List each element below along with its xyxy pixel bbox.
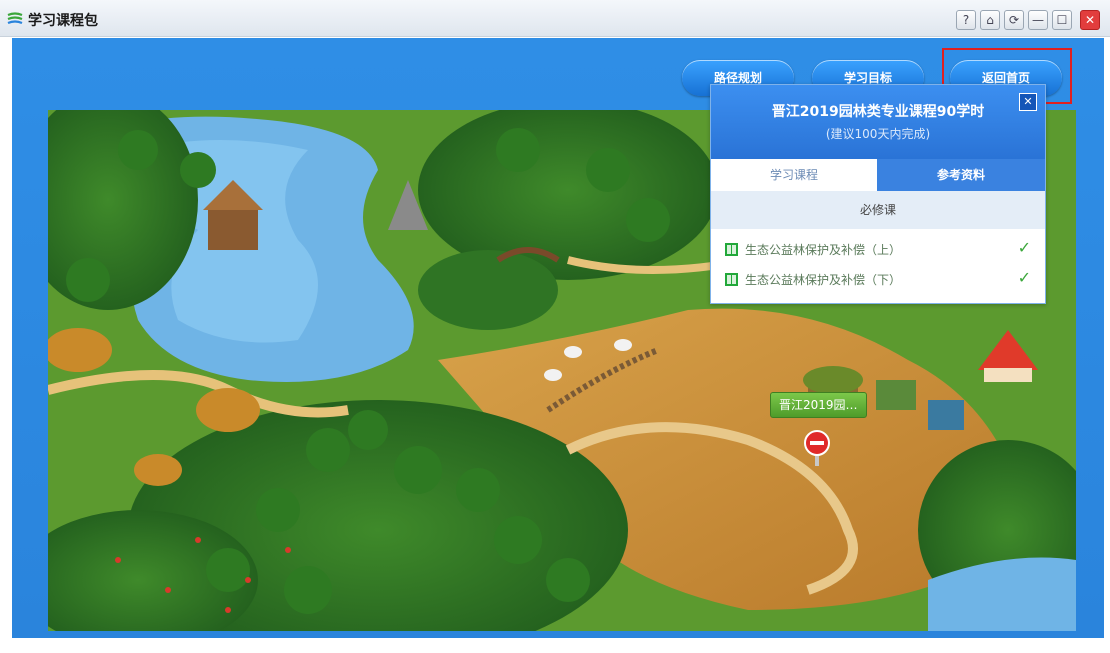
book-icon xyxy=(725,243,738,256)
title-bar: 学习课程包 ? ⌂ ⟳ — ☐ ✕ xyxy=(0,0,1110,37)
tab-reference-materials[interactable]: 参考资料 xyxy=(877,159,1045,191)
section-required: 必修课 xyxy=(711,191,1045,229)
panel-title: 晋江2019园林类专业课程90学时 xyxy=(771,104,985,120)
panel-close-button[interactable]: ✕ xyxy=(1019,93,1037,111)
course-label: 生态公益林保护及补偿（上） xyxy=(745,243,902,257)
course-label: 生态公益林保护及补偿（下） xyxy=(745,273,902,287)
book-icon xyxy=(725,273,738,286)
app-logo-icon xyxy=(7,12,23,25)
check-icon: ✓ xyxy=(1017,268,1031,287)
map-pin-icon[interactable] xyxy=(804,430,830,468)
close-window-button[interactable]: ✕ xyxy=(1080,10,1100,30)
course-item-1[interactable]: 生态公益林保护及补偿（上） ✓ xyxy=(711,237,1045,263)
check-icon: ✓ xyxy=(1017,238,1031,257)
refresh-button[interactable]: ⟳ xyxy=(1004,10,1024,30)
panel-subtitle: (建议100天内完成) xyxy=(825,127,931,141)
course-panel: 晋江2019园林类专业课程90学时 (建议100天内完成) ✕ 学习课程 参考资… xyxy=(710,84,1046,304)
maximize-button[interactable]: ☐ xyxy=(1052,10,1072,30)
tab-learning-courses[interactable]: 学习课程 xyxy=(711,159,877,191)
home-window-button[interactable]: ⌂ xyxy=(980,10,1000,30)
minimize-button[interactable]: — xyxy=(1028,10,1048,30)
help-button[interactable]: ? xyxy=(956,10,976,30)
course-item-2[interactable]: 生态公益林保护及补偿（下） ✓ xyxy=(711,267,1045,293)
map-marker-label[interactable]: 晋江2019园… xyxy=(770,392,867,418)
panel-header: 晋江2019园林类专业课程90学时 (建议100天内完成) ✕ xyxy=(711,85,1045,159)
app-title: 学习课程包 xyxy=(28,13,98,29)
